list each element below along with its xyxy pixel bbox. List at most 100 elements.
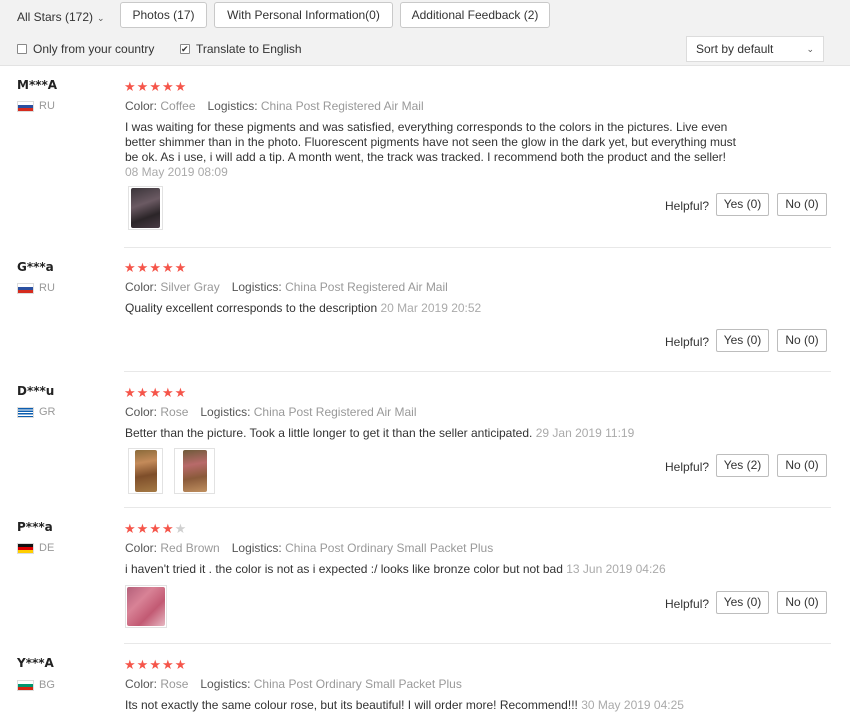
- logistics-label: Logistics:: [231, 280, 282, 294]
- star-rating: ★ ★ ★ ★ ★: [124, 80, 187, 94]
- country-code: DE: [39, 542, 55, 554]
- star-icon: ★: [124, 79, 136, 94]
- country-code: RU: [39, 100, 55, 112]
- review-meta: Color: Red Brown Logistics: China Post Or…: [125, 541, 493, 555]
- review-photo: [127, 587, 165, 626]
- chevron-down-icon: ⌄: [97, 13, 105, 23]
- review-date: 30 May 2019 04:25: [581, 698, 684, 712]
- helpful-label: Helpful?: [665, 460, 710, 474]
- reviewer-country: RU: [17, 100, 55, 112]
- reviewer-name: Y***A: [17, 656, 54, 670]
- review-photo-thumbnail[interactable]: [128, 186, 163, 230]
- helpful-no-button[interactable]: No (0): [777, 329, 827, 352]
- helpful-yes-button[interactable]: Yes (0): [716, 329, 769, 352]
- star-icon: ★: [136, 260, 149, 275]
- review-body: I was waiting for these pigments and was…: [125, 120, 737, 164]
- star-icon: ★: [124, 657, 136, 672]
- color-value: Rose: [160, 677, 189, 691]
- review-photo-thumbnail[interactable]: [125, 585, 167, 628]
- review-meta: Color: Rose Logistics: China Post Registe…: [125, 405, 417, 419]
- helpful-no-button[interactable]: No (0): [777, 591, 827, 614]
- additional-feedback-filter-button[interactable]: Additional Feedback (2): [400, 2, 550, 28]
- review-item: G***a RU ★ ★ ★ ★ ★ Color: Silver Gray Logisti…: [0, 248, 850, 372]
- logistics-label: Logistics:: [231, 541, 282, 555]
- flag-icon: [17, 542, 34, 554]
- review-photo-thumbnail[interactable]: [174, 448, 215, 494]
- color-label: Color:: [125, 541, 158, 555]
- star-rating: ★ ★ ★ ★ ★: [124, 658, 187, 672]
- review-text: I was waiting for these pigments and was…: [125, 120, 740, 180]
- star-icon: ★: [124, 385, 136, 400]
- color-label: Color:: [125, 405, 158, 419]
- color-value: Red Brown: [160, 541, 220, 555]
- helpful-yes-button[interactable]: Yes (0): [716, 591, 769, 614]
- helpful-no-button[interactable]: No (0): [777, 193, 827, 216]
- logistics-label: Logistics:: [200, 405, 251, 419]
- star-filter-label: All Stars (172): [17, 10, 94, 24]
- review-date: 13 Jun 2019 04:26: [566, 562, 666, 576]
- review-item: M***A RU ★ ★ ★ ★ ★ Color: Coffee Logistics: C…: [0, 66, 850, 248]
- only-country-checkbox[interactable]: [17, 44, 27, 54]
- helpful-yes-button[interactable]: Yes (0): [716, 193, 769, 216]
- logistics-value: China Post Registered Air Mail: [253, 405, 417, 419]
- review-date: 29 Jan 2019 11:19: [535, 426, 635, 440]
- translate-option[interactable]: Translate to English: [180, 40, 302, 58]
- color-label: Color:: [125, 280, 158, 294]
- star-icon: ★: [161, 260, 174, 275]
- flag-icon: [17, 282, 34, 294]
- review-photo: [134, 450, 157, 492]
- reviewer-name: G***a: [17, 260, 54, 274]
- reviewer-country: BG: [17, 679, 55, 691]
- review-date: 08 May 2019 08:09: [125, 165, 228, 179]
- star-rating: ★ ★ ★ ★ ★: [124, 522, 187, 536]
- reviewer-country: GR: [17, 406, 56, 418]
- review-photo: [182, 450, 207, 492]
- logistics-label: Logistics:: [200, 677, 251, 691]
- review-text: Its not exactly the same colour rose, bu…: [125, 698, 740, 713]
- sort-dropdown[interactable]: Sort by default ⌄: [686, 36, 824, 62]
- star-icon: ★: [161, 657, 174, 672]
- country-code: GR: [39, 406, 56, 418]
- color-label: Color:: [125, 677, 158, 691]
- review-meta: Color: Coffee Logistics: China Post Regis…: [125, 99, 424, 113]
- helpful-no-button[interactable]: No (0): [777, 454, 827, 477]
- review-photo: [131, 188, 160, 228]
- helpful-yes-button[interactable]: Yes (2): [716, 454, 769, 477]
- filter-toolbar: All Stars (172) ⌄ Photos (17) With Person…: [0, 0, 850, 66]
- logistics-value: China Post Registered Air Mail: [260, 99, 424, 113]
- star-rating: ★ ★ ★ ★ ★: [124, 386, 187, 400]
- star-icon: ★: [149, 657, 161, 672]
- review-body: i haven't tried it . the color is not as…: [125, 562, 563, 576]
- star-filter-dropdown[interactable]: All Stars (172) ⌄: [17, 7, 105, 27]
- star-icon: ★: [136, 657, 149, 672]
- country-code: BG: [39, 679, 55, 691]
- review-photo-thumbnail[interactable]: [128, 448, 163, 494]
- personal-info-filter-button[interactable]: With Personal Information(0): [214, 2, 393, 28]
- star-icon: ★: [136, 385, 149, 400]
- only-country-option[interactable]: Only from your country: [17, 40, 154, 58]
- star-icon: ★: [174, 79, 187, 94]
- review-item: D***u GR ★ ★ ★ ★ ★ Color: Rose Logistics: Chi…: [0, 372, 850, 508]
- only-country-label: Only from your country: [33, 42, 155, 56]
- logistics-value: China Post Ordinary Small Packet Plus: [253, 677, 462, 691]
- photos-filter-button[interactable]: Photos (17): [120, 2, 207, 28]
- chevron-down-icon: ⌄: [806, 44, 814, 54]
- flag-icon: [17, 100, 34, 112]
- star-icon: ★: [161, 521, 174, 536]
- translate-checkbox[interactable]: [180, 40, 190, 58]
- star-icon: ★: [174, 260, 187, 275]
- helpful-label: Helpful?: [665, 597, 710, 611]
- color-value: Rose: [160, 405, 189, 419]
- star-icon: ★: [149, 521, 161, 536]
- country-code: RU: [39, 282, 55, 294]
- star-rating: ★ ★ ★ ★ ★: [124, 261, 187, 275]
- sort-label: Sort by default: [696, 42, 774, 56]
- star-icon: ★: [174, 385, 187, 400]
- review-body: Better than the picture. Took a little l…: [125, 426, 533, 440]
- review-meta: Color: Rose Logistics: China Post Ordinar…: [125, 677, 462, 691]
- logistics-value: China Post Ordinary Small Packet Plus: [285, 541, 494, 555]
- logistics-value: China Post Registered Air Mail: [285, 280, 448, 294]
- logistics-label: Logistics:: [207, 99, 258, 113]
- review-date: 20 Mar 2019 20:52: [380, 301, 482, 315]
- star-icon: ★: [161, 79, 174, 94]
